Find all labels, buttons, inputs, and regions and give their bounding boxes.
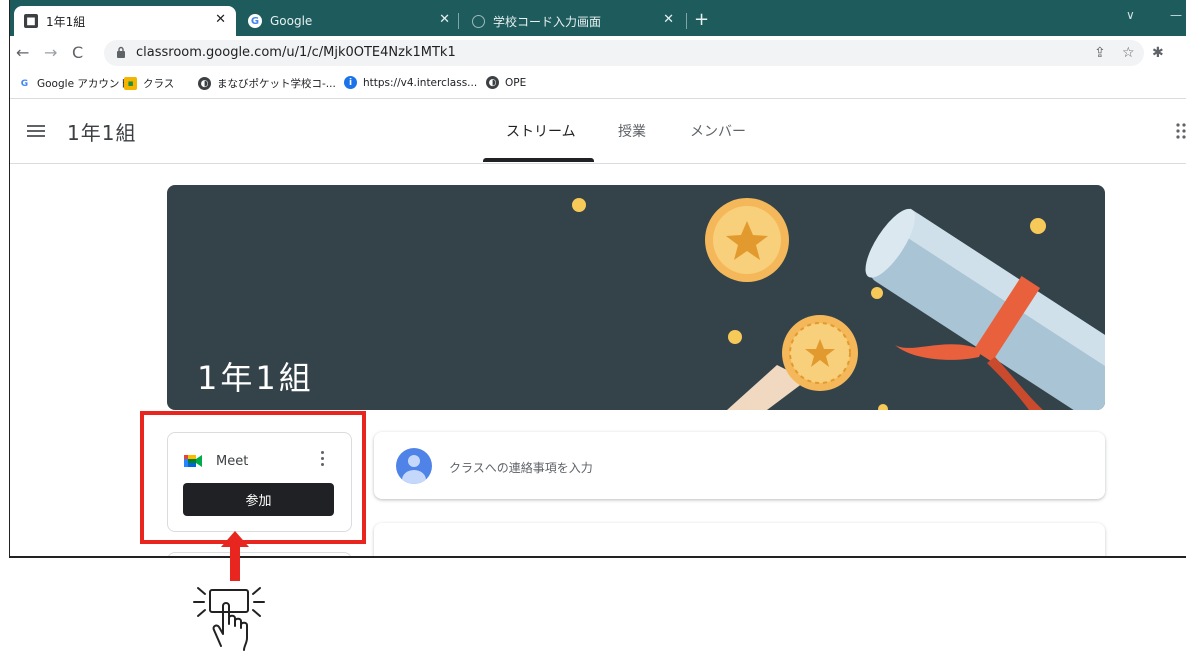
classroom-icon: ▪: [124, 77, 137, 90]
bookmark-interclass[interactable]: i https://v4.interclass...: [344, 76, 477, 89]
highlight-box: [140, 411, 366, 544]
back-arrow-icon[interactable]: ←: [16, 43, 29, 62]
tap-hand-icon: [193, 587, 265, 651]
forward-arrow-icon[interactable]: →: [44, 43, 57, 62]
tab-members[interactable]: メンバー: [690, 121, 746, 141]
tab-google[interactable]: G Google ✕: [238, 6, 460, 36]
bookmark-label: https://v4.interclass...: [363, 76, 478, 89]
close-tab-icon[interactable]: ✕: [439, 12, 450, 27]
apps-grid-icon[interactable]: [1175, 121, 1186, 141]
bookmark-label: Google アカウント: [37, 78, 130, 90]
class-banner: 1年1組: [167, 185, 1105, 410]
tab-strip: ■ 1年1組 ✕ G Google ✕ 学校コード入力画面 ✕ + ∨ —: [10, 0, 1186, 36]
class-title[interactable]: 1年1組: [67, 117, 136, 146]
tab-separator: [686, 13, 687, 29]
tab-title: Google: [270, 14, 313, 28]
globe-favicon-icon: [472, 14, 485, 28]
globe-icon: ◐: [486, 76, 499, 89]
close-tab-icon[interactable]: ✕: [663, 12, 674, 27]
extensions-puzzle-icon[interactable]: ✱: [1152, 45, 1164, 61]
tab-separator: [458, 13, 459, 29]
bookmark-label: まなびポケット学校コ-...: [217, 78, 336, 90]
up-arrow-icon: [221, 531, 249, 581]
tab-title: 学校コード入力画面: [493, 14, 602, 29]
bookmark-label: OPE: [505, 76, 527, 89]
classroom-favicon-icon: ■: [24, 14, 38, 28]
google-icon: G: [20, 78, 29, 89]
bookmark-ope[interactable]: ◐ OPE: [486, 76, 526, 89]
user-avatar: [396, 448, 432, 484]
minimize-icon[interactable]: —: [1170, 8, 1182, 22]
bookmark-google-account[interactable]: G Google アカウント: [18, 76, 130, 91]
tab-stream[interactable]: ストリーム: [506, 121, 576, 141]
bookmark-star-icon[interactable]: ☆: [1122, 45, 1135, 61]
reload-icon[interactable]: C: [72, 43, 83, 62]
tab-school-code[interactable]: 学校コード入力画面 ✕: [462, 6, 684, 36]
announcement-placeholder[interactable]: クラスへの連絡事項を入力: [449, 459, 593, 476]
tab-title: 1年1組: [46, 14, 86, 29]
bookmark-label: クラス: [143, 78, 175, 90]
classroom-header: 1年1組 ストリーム 授業 メンバー: [10, 99, 1186, 164]
bookmarks-bar: G Google アカウント ▪ クラス ◐ まなびポケット学校コ-... i …: [10, 70, 1186, 99]
google-favicon-icon: G: [248, 14, 262, 28]
stream-post-card: [374, 523, 1105, 556]
new-tab-plus-icon[interactable]: +: [694, 9, 709, 30]
share-icon[interactable]: ⇪: [1094, 45, 1106, 61]
upcoming-card: [167, 552, 352, 556]
bookmark-class[interactable]: ▪ クラス: [124, 76, 174, 91]
url-text: classroom.google.com/u/1/c/Mjk0OTE4Nzk1M…: [136, 45, 456, 60]
banner-class-name: 1年1組: [197, 359, 314, 397]
lock-icon: [117, 46, 125, 58]
active-tab-indicator: [483, 158, 594, 162]
tab-classwork[interactable]: 授業: [618, 121, 646, 141]
address-bar[interactable]: classroom.google.com/u/1/c/Mjk0OTE4Nzk1M…: [104, 40, 1144, 66]
bookmark-manabi-pocket[interactable]: ◐ まなびポケット学校コ-...: [198, 76, 336, 91]
tab-classroom[interactable]: ■ 1年1組 ✕: [14, 6, 236, 36]
announcement-composer[interactable]: クラスへの連絡事項を入力: [374, 432, 1105, 499]
info-icon: i: [344, 76, 357, 89]
close-tab-icon[interactable]: ✕: [215, 12, 226, 27]
browser-toolbar: ← → C classroom.google.com/u/1/c/Mjk0OTE…: [10, 36, 1186, 70]
tab-search-chevron-icon[interactable]: ∨: [1126, 8, 1135, 22]
hamburger-menu-icon[interactable]: [27, 125, 45, 137]
globe-icon: ◐: [198, 77, 211, 90]
